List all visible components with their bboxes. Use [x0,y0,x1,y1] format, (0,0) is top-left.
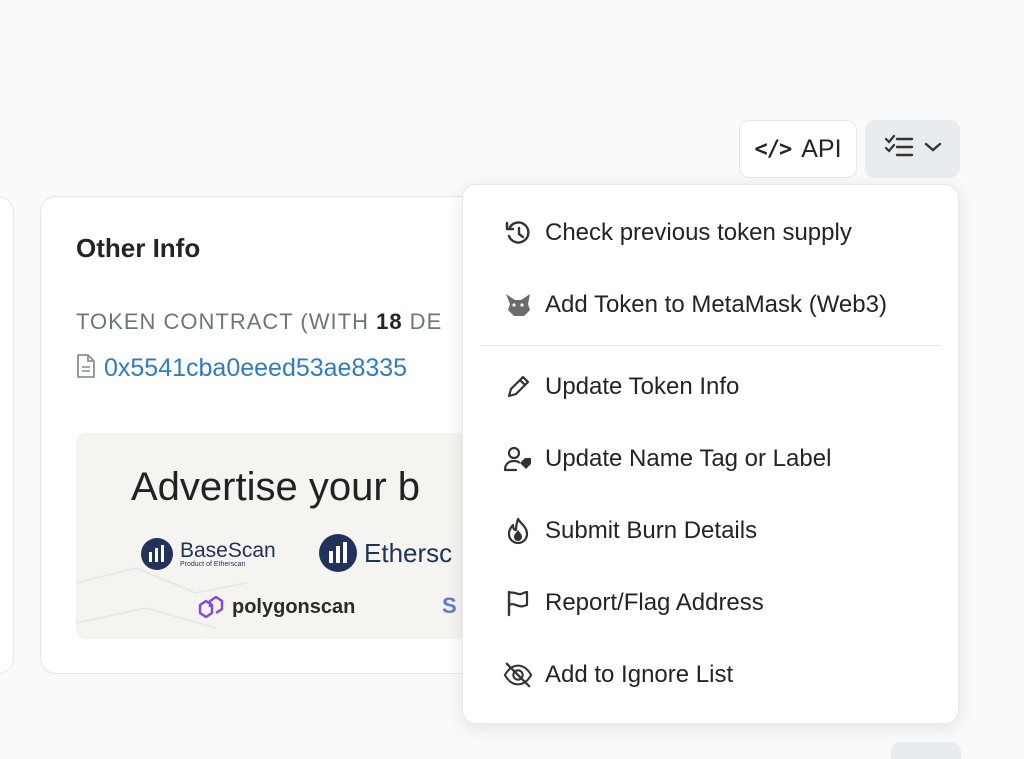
token-contract-label: TOKEN CONTRACT (WITH 18 DE [76,309,443,334]
more-options-dropdown: Check previous token supply Add Token to… [462,184,959,724]
more-options-button[interactable] [865,120,960,178]
menu-item-label: Report/Flag Address [545,589,764,616]
ad-headline: Advertise your b [131,465,421,509]
menu-item-label: Check previous token supply [545,219,852,246]
menu-item-label: Add to Ignore List [545,661,734,688]
menu-item-report-flag[interactable]: Report/Flag Address [503,583,764,623]
history-icon [503,218,533,248]
document-icon [76,353,96,384]
contract-address-row: 0x5541cba0eeed53ae8335 [76,353,407,384]
menu-item-label: Update Token Info [545,373,740,400]
menu-item-ignore-list[interactable]: Add to Ignore List [503,655,733,695]
pencil-icon [503,372,533,402]
menu-item-check-supply[interactable]: Check previous token supply [503,213,852,253]
menu-item-submit-burn[interactable]: Submit Burn Details [503,511,757,551]
basescan-subtext: Product of Etherscan [180,561,246,568]
other-scan-text: S [442,593,457,618]
fire-icon [503,516,533,546]
polygonscan-logo: polygonscan [196,593,355,621]
user-tag-icon [503,444,533,474]
menu-item-update-name-tag[interactable]: Update Name Tag or Label [503,439,831,479]
decimals-value: 18 [376,309,403,334]
other-scan-logo: S [442,593,457,619]
bottom-action-button[interactable] [891,742,961,759]
api-label: API [801,134,842,163]
adjacent-card [0,196,14,674]
etherscan-text: Ethersc [364,537,453,568]
basescan-logo: BaseScan Product of Etherscan [140,537,276,571]
menu-item-label: Add Token to MetaMask (Web3) [545,291,887,318]
polygonscan-text: polygonscan [232,595,356,618]
card-title: Other Info [76,233,201,263]
etherscan-icon [319,534,357,572]
checklist-icon [884,134,914,165]
basescan-icon [141,538,173,570]
menu-item-add-metamask[interactable]: Add Token to MetaMask (Web3) [503,285,887,325]
menu-divider [481,345,941,346]
etherscan-logo: Ethersc [318,533,452,573]
api-button[interactable]: </> API [739,120,857,178]
advertisement-banner[interactable]: Advertise your b BaseScan Product of Eth… [76,433,496,639]
contract-address-link[interactable]: 0x5541cba0eeed53ae8335 [104,354,407,383]
metamask-icon [503,290,533,320]
eye-slash-icon [503,660,533,690]
page: </> API Other Info TOKEN CONTRACT (WITH … [0,0,1024,759]
basescan-text: BaseScan [180,539,276,562]
menu-item-label: Submit Burn Details [545,517,758,544]
code-icon: </> [754,136,792,162]
menu-item-label: Update Name Tag or Label [545,445,832,472]
polygon-icon [198,595,224,619]
other-info-card: Other Info TOKEN CONTRACT (WITH 18 DE 0x… [40,196,520,674]
chevron-down-icon [924,140,942,158]
menu-item-update-token-info[interactable]: Update Token Info [503,367,739,407]
flag-icon [503,588,533,618]
